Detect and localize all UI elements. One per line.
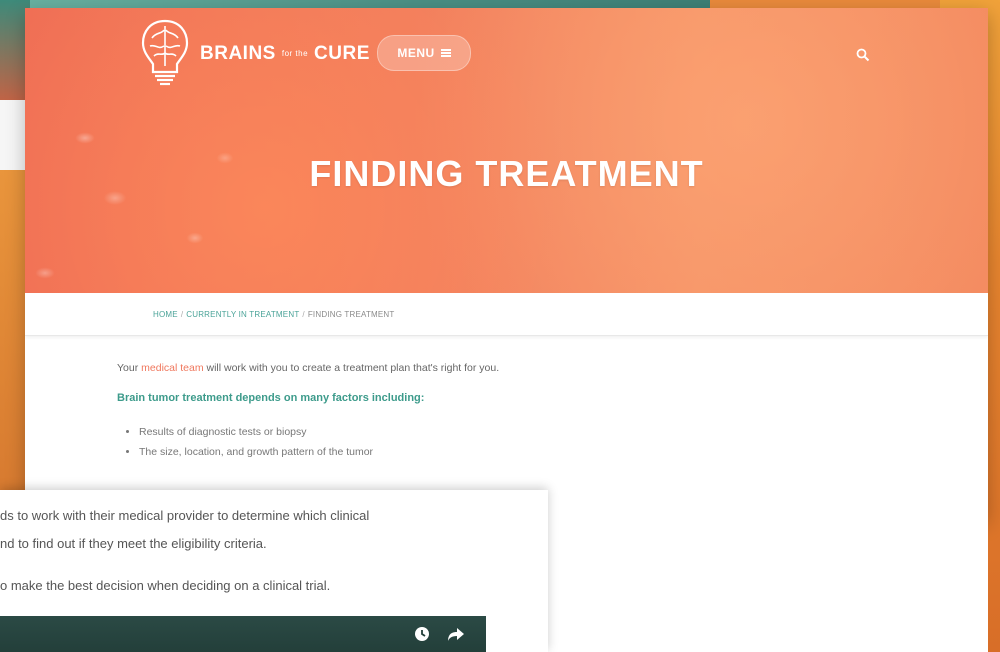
list-item: Results of diagnostic tests or biopsy — [139, 422, 877, 442]
search-icon[interactable] — [856, 48, 870, 62]
video-player[interactable] — [0, 616, 486, 652]
factors-list: Results of diagnostic tests or biopsy Th… — [117, 422, 877, 462]
menu-lines-icon — [440, 49, 451, 57]
logo-text-cure: CURE — [314, 43, 370, 64]
hero-banner: BRAINS for the CURE MENU FINDING TREATME… — [25, 8, 988, 293]
page-lower-area — [548, 512, 988, 652]
main-content: Your medical team will work with you to … — [117, 362, 877, 462]
logo-text-small: for the — [281, 49, 309, 58]
page-title: FINDING TREATMENT — [309, 153, 704, 194]
menu-label: MENU — [397, 46, 435, 60]
logo-wordmark: BRAINS for the CURE — [200, 43, 370, 65]
intro-text-end: will work with you to create a treatment… — [203, 362, 500, 374]
breadcrumb-separator: / — [302, 310, 305, 319]
breadcrumb-parent[interactable]: CURRENTLY IN TREATMENT — [186, 310, 299, 319]
overlay-line-1: ds to work with their medical provider t… — [0, 508, 370, 523]
clock-icon[interactable] — [414, 626, 430, 642]
logo-text-brains: BRAINS — [200, 43, 276, 64]
share-icon[interactable] — [447, 626, 465, 642]
breadcrumb-current: FINDING TREATMENT — [307, 310, 395, 319]
medical-team-link[interactable]: medical team — [141, 362, 203, 374]
intro-text-start: Your — [117, 362, 142, 374]
intro-paragraph: Your medical team will work with you to … — [117, 362, 877, 374]
site-logo[interactable]: BRAINS for the CURE — [140, 18, 370, 90]
breadcrumb: HOME / CURRENTLY IN TREATMENT / FINDING TREA… — [153, 310, 395, 319]
breadcrumb-home[interactable]: HOME — [153, 310, 178, 319]
overlay-line-3: o make the best decision when deciding o… — [0, 578, 331, 593]
factors-heading: Brain tumor treatment depends on many fa… — [117, 392, 425, 404]
brain-bulb-logo-icon — [141, 19, 189, 86]
menu-button[interactable]: MENU — [377, 35, 471, 71]
breadcrumb-separator: / — [180, 310, 184, 319]
overlay-line-2: nd to find out if they meet the eligibil… — [0, 536, 267, 551]
overlay-card: ds to work with their medical provider t… — [0, 490, 548, 652]
breadcrumb-bar: HOME / CURRENTLY IN TREATMENT / FINDING TREA… — [25, 293, 988, 336]
list-item: The size, location, and growth pattern o… — [139, 442, 877, 462]
